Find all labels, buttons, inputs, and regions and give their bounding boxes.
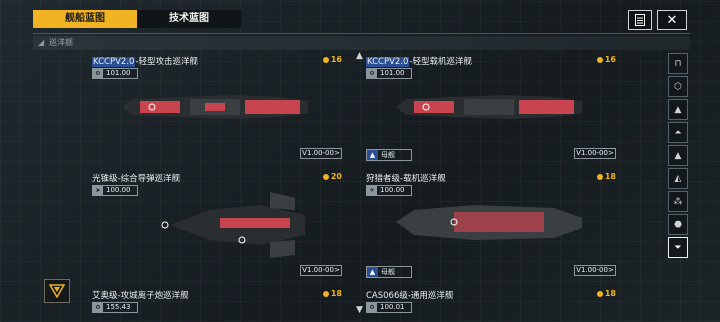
- faction-emblem[interactable]: [44, 279, 70, 303]
- gear-icon: ⚙: [367, 69, 377, 78]
- document-list-button[interactable]: [628, 10, 652, 30]
- battlecruiser-icon[interactable]: ⏶: [668, 122, 688, 143]
- ship-name: 艾奥级-攻城离子炮巡洋舰: [92, 291, 189, 301]
- cost-icon: [596, 290, 603, 297]
- ship-image: [396, 95, 582, 119]
- ship-name: 狩猎者级-载机巡洋舰: [366, 174, 446, 184]
- version-label[interactable]: V1.00-00>: [300, 148, 342, 159]
- ship-name: 光锥级-综合导弹巡洋舰: [92, 174, 181, 184]
- caret-icon: ◢: [38, 38, 45, 47]
- ship-stat: ⚙ 100.01: [366, 302, 412, 313]
- ship-score: 18: [322, 289, 342, 298]
- scroll-up-icon[interactable]: ▲: [356, 51, 363, 61]
- divider: [33, 33, 690, 34]
- ship-stat: ⚙ 101.00: [92, 68, 138, 79]
- ship-score: 18: [596, 172, 616, 181]
- ship-name: KCCPV2.0-轻型攻击巡洋舰: [92, 57, 199, 67]
- carrier-icon[interactable]: ▲: [668, 145, 688, 166]
- ship-name: KCCPV2.0-轻型载机巡洋舰: [366, 57, 473, 67]
- ship-image: [396, 205, 582, 240]
- gear-icon: ⚙: [367, 303, 377, 312]
- version-label[interactable]: V1.00-00>: [300, 265, 342, 276]
- formation-icon[interactable]: ⁂: [668, 191, 688, 212]
- ship-card[interactable]: 狩猎者级-载机巡洋舰 18 ✈ 100.00 ▲ 母舰 V1.00-00>: [366, 172, 616, 282]
- close-icon: ✕: [666, 12, 678, 28]
- ship-stat: ⚙ 155.43: [92, 302, 138, 313]
- cruiser-icon[interactable]: ▲: [668, 99, 688, 120]
- ship-card[interactable]: 光锥级-综合导弹巡洋舰 20 ➤ 100.00 V1.00-00>: [92, 172, 342, 282]
- ship-class-sidebar: ⊓ ⬡ ▲ ⏶ ▲ ◭ ⁂ ⬣ ⏷: [668, 53, 688, 311]
- version-label[interactable]: V1.00-00>: [574, 148, 616, 159]
- scroll-down-icon[interactable]: ▼: [356, 305, 363, 315]
- carrier-badge: ▲ 母舰: [366, 266, 412, 278]
- cost-icon: [322, 290, 329, 297]
- ship-score: 16: [322, 55, 342, 64]
- close-button[interactable]: ✕: [657, 10, 687, 30]
- filter-icon[interactable]: ⏷: [668, 237, 688, 258]
- emblem-icon: [49, 284, 65, 298]
- ship-stat: ⚙ 101.00: [366, 68, 412, 79]
- cost-icon: [596, 56, 603, 63]
- ship-image: [161, 192, 305, 258]
- destroyer-icon[interactable]: ⬡: [668, 76, 688, 97]
- ship-card[interactable]: 艾奥级-攻城离子炮巡洋舰 18 ⚙ 155.43: [92, 289, 342, 319]
- tab-ship-blueprint[interactable]: 舰船蓝图: [33, 10, 137, 28]
- station-icon[interactable]: ⬣: [668, 214, 688, 235]
- document-list-icon: [635, 14, 645, 26]
- ship-score: 16: [596, 55, 616, 64]
- ship-stat: ✈ 100.00: [366, 185, 412, 196]
- gear-icon: ⚙: [93, 303, 103, 312]
- cost-icon: [322, 173, 329, 180]
- carrier-icon: ✈: [367, 186, 377, 195]
- frigate-icon[interactable]: ⊓: [668, 53, 688, 74]
- cost-icon: [596, 173, 603, 180]
- version-label[interactable]: V1.00-00>: [574, 265, 616, 276]
- ship-name: CAS066级-通用巡洋舰: [366, 291, 454, 301]
- tab-tech-blueprint[interactable]: 技术蓝图: [137, 10, 241, 28]
- carrier-badge: ▲ 母舰: [366, 149, 412, 161]
- auxiliary-icon[interactable]: ◭: [668, 168, 688, 189]
- cost-icon: [322, 56, 329, 63]
- ship-card[interactable]: KCCPV2.0-轻型载机巡洋舰 16 ⚙ 101.00 ▲ 母舰 V1.00-00…: [366, 55, 616, 165]
- missile-icon: ➤: [93, 186, 103, 195]
- carrier-icon: ▲: [367, 267, 378, 277]
- section-header: ◢ 巡洋舰: [33, 36, 690, 50]
- ship-card[interactable]: KCCPV2.0-轻型攻击巡洋舰 16 ⚙ 101.00 V1.00-00>: [92, 55, 342, 165]
- gear-icon: ⚙: [93, 69, 103, 78]
- ship-card[interactable]: CAS066级-通用巡洋舰 18 ⚙ 100.01: [366, 289, 616, 319]
- blueprint-tabs: 舰船蓝图 技术蓝图: [33, 10, 241, 28]
- carrier-icon: ▲: [367, 150, 378, 160]
- section-label: 巡洋舰: [49, 38, 73, 47]
- ship-score: 18: [596, 289, 616, 298]
- ship-score: 20: [322, 172, 342, 181]
- ship-image: [122, 95, 308, 119]
